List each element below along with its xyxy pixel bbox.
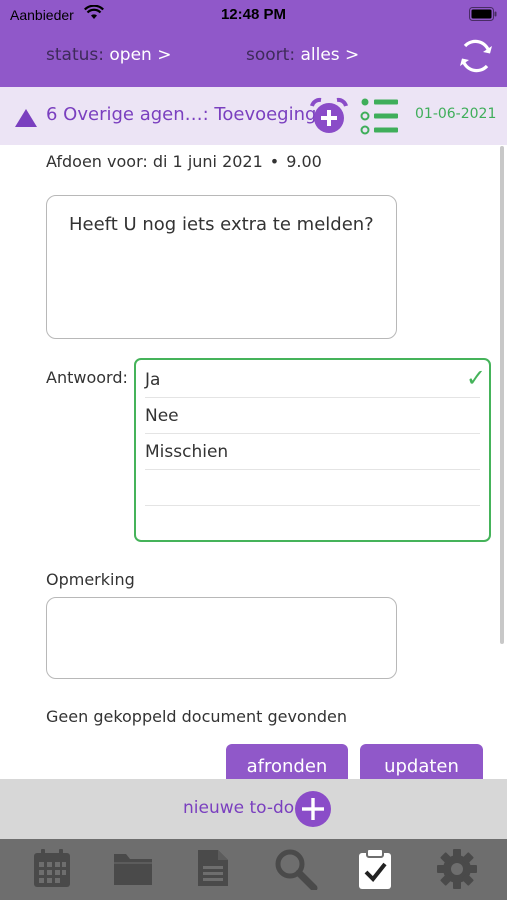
new-todo-label[interactable]: nieuwe to-do [183,798,294,818]
checkmark-icon: ✓ [465,364,486,392]
soort-filter-value: alles > [300,45,360,65]
settings-icon[interactable] [436,848,478,895]
answer-options: Ja ✓ Nee Misschien [134,358,491,542]
status-filter[interactable]: status: open > [46,45,171,65]
question-box: Heeft U nog iets extra te melden? [46,195,397,339]
refresh-icon[interactable] [456,36,496,76]
calendar-icon[interactable] [33,848,71,893]
status-bar: Aanbieder 12:48 PM [0,0,507,30]
search-icon[interactable] [274,848,318,895]
remark-label: Opmerking [46,570,135,589]
answer-option-ja[interactable]: Ja ✓ [145,362,486,398]
task-date: 01-06-2021 [415,106,497,122]
status-filter-label: status: [46,45,104,65]
add-todo-icon[interactable] [294,790,332,833]
tab-bar [0,839,507,900]
no-document-text: Geen gekoppeld document gevonden [46,707,347,726]
due-date: di 1 juni 2021 [152,152,263,171]
due-label: Afdoen voor: [46,152,148,171]
afronden-button[interactable]: afronden [226,744,348,780]
updaten-button[interactable]: updaten [360,744,483,780]
option-label: Nee [145,406,179,426]
option-label: Ja [145,370,161,390]
answer-option-misschien[interactable]: Misschien [145,434,480,470]
battery-icon [469,7,497,26]
option-label: Misschien [145,442,229,462]
status-filter-value: open > [109,45,172,65]
task-title: 6 Overige agen…: Toevoegingen [46,104,339,125]
remark-field[interactable] [46,597,397,679]
clipboard-check-icon[interactable] [358,848,392,895]
due-time: 9.00 [286,152,322,171]
answer-option-empty[interactable] [145,506,480,542]
soort-filter[interactable]: soort: alles > [246,45,359,65]
scrollbar[interactable] [500,146,504,644]
due-line: Afdoen voor: di 1 juni 2021 • 9.00 [46,152,322,171]
collapse-triangle-icon[interactable] [14,108,38,133]
soort-filter-label: soort: [246,45,296,65]
answer-option-empty[interactable] [145,470,480,506]
checklist-icon[interactable] [360,97,400,140]
due-separator: • [269,152,280,171]
document-icon[interactable] [196,848,230,893]
question-text: Heeft U nog iets extra te melden? [69,214,374,235]
clock: 12:48 PM [220,6,287,23]
folder-icon[interactable] [112,848,154,893]
alarm-add-icon[interactable] [308,96,350,141]
answer-label: Antwoord: [46,368,128,387]
answer-option-nee[interactable]: Nee [145,398,480,434]
